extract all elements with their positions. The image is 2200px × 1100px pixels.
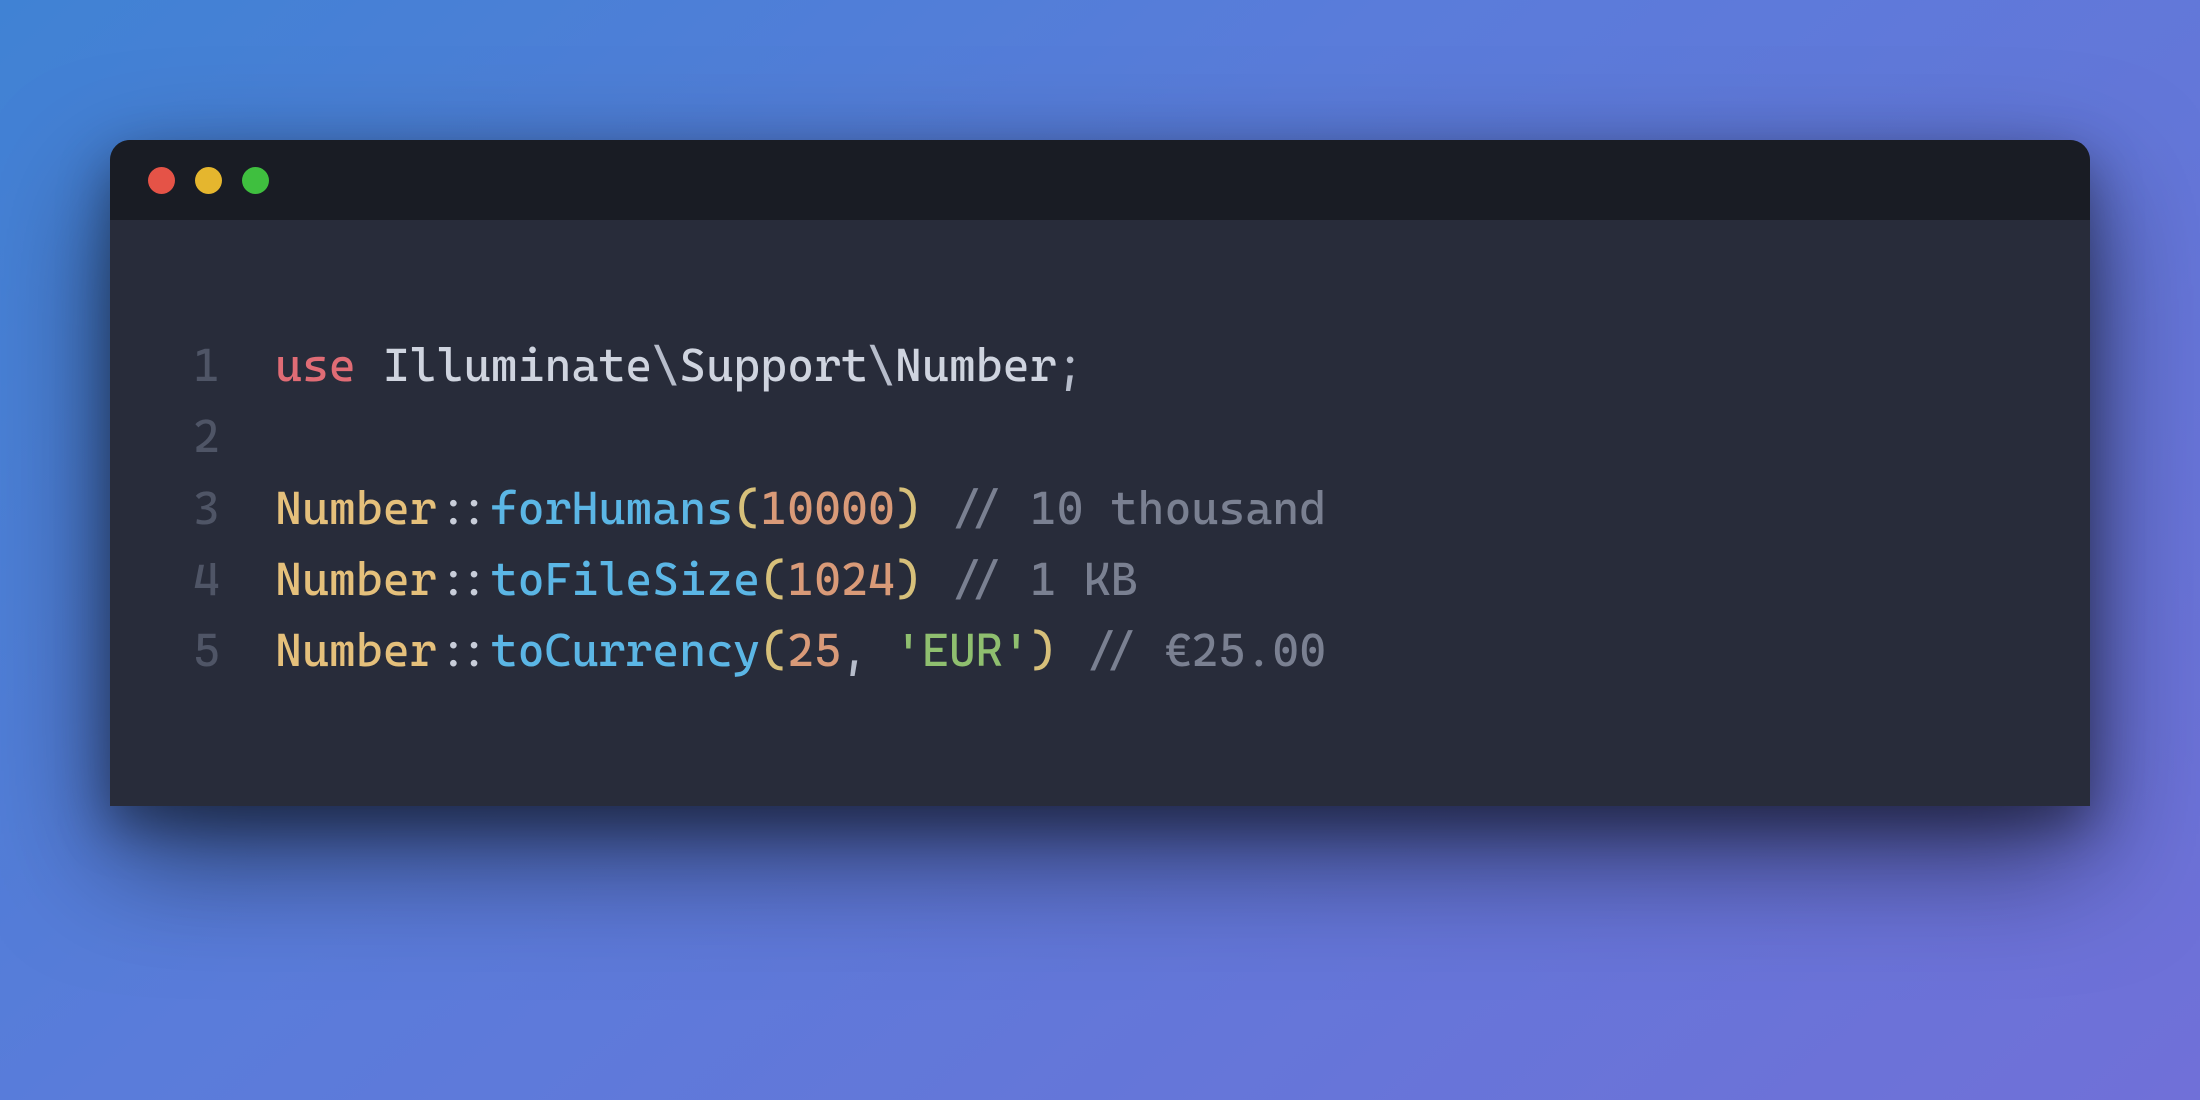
token-namespace: Illuminate — [383, 338, 653, 392]
code-window: 1 use Illuminate\Support\Number; 2 3 Num… — [110, 140, 2090, 806]
token-namespace: Number — [895, 338, 1057, 392]
line-number: 3 — [150, 473, 220, 544]
token-paren: ) — [895, 552, 922, 606]
code-content: Number::toFileSize(1024) // 1 KB — [275, 544, 1138, 615]
token-paren: ) — [895, 481, 922, 535]
token-comment: // 10 thousand — [949, 481, 1326, 535]
token-space — [922, 481, 949, 535]
minimize-icon[interactable] — [195, 167, 222, 194]
token-space — [1057, 623, 1084, 677]
code-editor-body: 1 use Illuminate\Support\Number; 2 3 Num… — [110, 220, 2090, 806]
close-icon[interactable] — [148, 167, 175, 194]
token-semicolon: ; — [1057, 338, 1084, 392]
token-space — [922, 552, 949, 606]
token-number: 10000 — [760, 481, 895, 535]
window-titlebar — [110, 140, 2090, 220]
token-backslash: \ — [652, 338, 679, 392]
token-backslash: \ — [868, 338, 895, 392]
token-class: Number — [275, 623, 437, 677]
token-method: toCurrency — [491, 623, 761, 677]
line-number: 4 — [150, 544, 220, 615]
code-content: Number::toCurrency(25, 'EUR') // €25.00 — [275, 615, 1326, 686]
code-line: 4 Number::toFileSize(1024) // 1 KB — [150, 544, 2050, 615]
token-class: Number — [275, 552, 437, 606]
token-comment: // 1 KB — [949, 552, 1138, 606]
line-number: 5 — [150, 615, 220, 686]
token-paren: ( — [733, 481, 760, 535]
token-paren: ) — [1030, 623, 1057, 677]
token-paren: ( — [760, 552, 787, 606]
line-number: 2 — [150, 401, 220, 472]
token-comment: // €25.00 — [1084, 623, 1327, 677]
code-line: 1 use Illuminate\Support\Number; — [150, 330, 2050, 401]
token-class: Number — [275, 481, 437, 535]
token-number: 25 — [787, 623, 841, 677]
token-scope: :: — [437, 623, 491, 677]
line-number: 1 — [150, 330, 220, 401]
token-namespace: Support — [679, 338, 868, 392]
maximize-icon[interactable] — [242, 167, 269, 194]
token-scope: :: — [437, 481, 491, 535]
code-line: 3 Number::forHumans(10000) // 10 thousan… — [150, 473, 2050, 544]
token-method: forHumans — [491, 481, 734, 535]
code-content: use Illuminate\Support\Number; — [275, 330, 1084, 401]
code-line: 2 — [150, 401, 2050, 472]
code-line: 5 Number::toCurrency(25, 'EUR') // €25.0… — [150, 615, 2050, 686]
token-comma: , — [841, 623, 895, 677]
token-number: 1024 — [787, 552, 895, 606]
token-method: toFileSize — [491, 552, 761, 606]
token-string: 'EUR' — [895, 623, 1030, 677]
token-space — [356, 338, 383, 392]
code-content: Number::forHumans(10000) // 10 thousand — [275, 473, 1326, 544]
token-scope: :: — [437, 552, 491, 606]
token-keyword: use — [275, 338, 356, 392]
token-paren: ( — [760, 623, 787, 677]
